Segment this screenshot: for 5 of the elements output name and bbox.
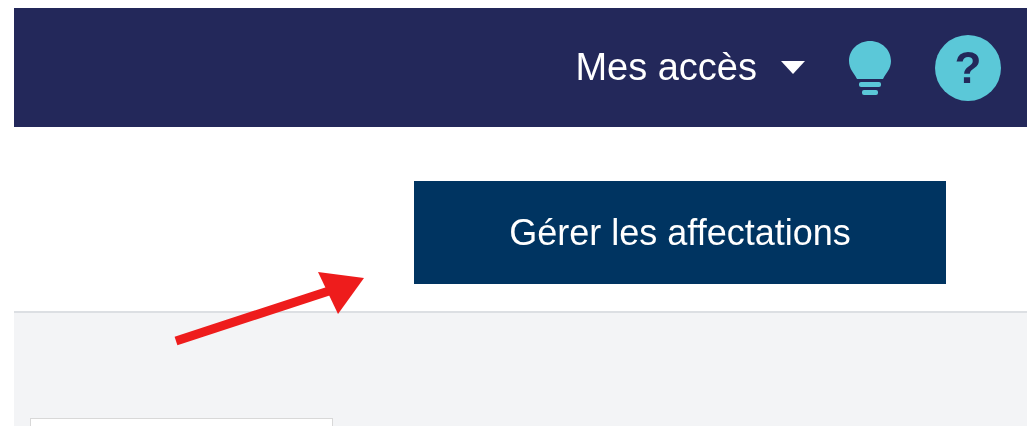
manage-assignments-button[interactable]: Gérer les affectations — [414, 181, 946, 284]
help-button[interactable]: ? — [935, 34, 1001, 101]
lightbulb-icon[interactable] — [849, 40, 891, 95]
caret-icon — [781, 60, 805, 75]
access-menu[interactable]: Mes accès — [575, 39, 805, 96]
